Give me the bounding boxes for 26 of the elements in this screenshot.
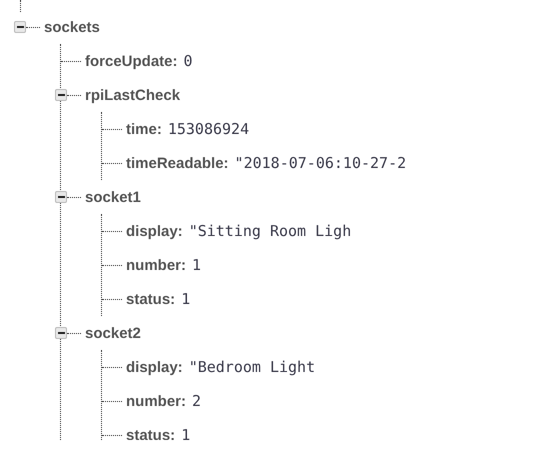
- collapse-button[interactable]: [55, 191, 67, 203]
- node-key[interactable]: rpiLastCheck: [85, 86, 180, 104]
- node-value[interactable]: 1: [192, 256, 202, 274]
- node-value[interactable]: 1: [181, 426, 190, 440]
- node-key[interactable]: socket1: [85, 188, 141, 206]
- node-value[interactable]: "Bedroom Light: [188, 358, 316, 376]
- node-key[interactable]: sockets: [44, 18, 100, 36]
- node-value[interactable]: 2: [192, 392, 202, 410]
- node-key[interactable]: display:: [126, 222, 183, 240]
- node-key[interactable]: display:: [126, 358, 183, 376]
- node-key[interactable]: timeReadable:: [126, 154, 229, 172]
- node-value[interactable]: 0: [184, 52, 193, 70]
- node-key[interactable]: status:: [126, 426, 176, 440]
- node-value[interactable]: 153086924: [168, 120, 250, 138]
- node-key[interactable]: socket2: [85, 324, 141, 342]
- collapse-button[interactable]: [55, 327, 67, 339]
- collapse-button[interactable]: [14, 21, 26, 33]
- node-value[interactable]: "2018-07-06:10-27-2: [234, 154, 406, 172]
- node-key[interactable]: time:: [126, 120, 162, 138]
- node-key[interactable]: number:: [126, 256, 186, 274]
- node-value[interactable]: 1: [181, 290, 190, 308]
- node-value[interactable]: "Sitting Room Ligh: [188, 222, 352, 240]
- node-key[interactable]: forceUpdate:: [85, 52, 178, 70]
- node-key[interactable]: number:: [126, 392, 186, 410]
- node-key[interactable]: status:: [126, 290, 176, 308]
- collapse-button[interactable]: [55, 89, 67, 101]
